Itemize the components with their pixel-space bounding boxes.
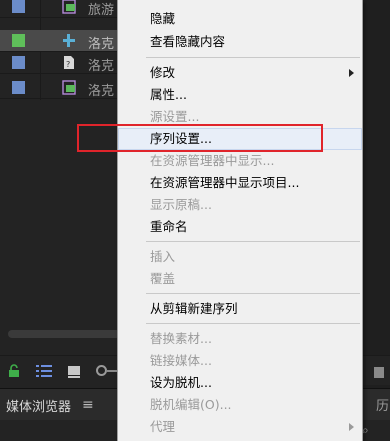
menu-item-proxy: 代理 <box>118 416 362 438</box>
menu-item-label: 代理 <box>150 419 176 434</box>
menu-item-overwrite: 覆盖 <box>118 268 362 290</box>
list-view-icon[interactable] <box>36 364 52 378</box>
panel-menu-icon[interactable]: ≡ <box>82 397 94 413</box>
menu-item-offline-edit: 脱机编辑(O)... <box>118 394 362 416</box>
menu-item-hide[interactable]: 隐藏 <box>118 8 362 30</box>
menu-item-new-sequence-from-clip[interactable]: 从剪辑新建序列 <box>118 298 362 320</box>
label-color-swatch[interactable] <box>12 81 25 94</box>
label-color-swatch[interactable] <box>12 0 25 13</box>
menu-item-show-original: 显示原稿... <box>118 194 362 216</box>
menu-item-reveal-project-in-explorer[interactable]: 在资源管理器中显示项目... <box>118 172 362 194</box>
context-menu: 隐藏 查看隐藏内容 修改 属性... 源设置... 序列设置... 在资源管理器… <box>117 0 363 441</box>
project-row[interactable]: 旅游 <box>0 0 118 18</box>
menu-item-label: 属性... <box>150 87 187 102</box>
trash-icon[interactable] <box>372 364 386 378</box>
label-color-swatch[interactable] <box>12 34 25 47</box>
menu-item-label: 从剪辑新建序列 <box>150 301 238 316</box>
sequence-icon <box>62 0 76 14</box>
menu-item-properties[interactable]: 属性... <box>118 84 362 106</box>
menu-item-label: 在资源管理器中显示... <box>150 153 275 168</box>
horizontal-scrollbar[interactable] <box>8 330 120 338</box>
file-icon: ? <box>64 56 74 69</box>
menu-separator <box>146 57 360 58</box>
menu-item-link-media: 链接媒体... <box>118 350 362 372</box>
search-icon[interactable]: ⌕ <box>362 423 369 438</box>
sequence-icon <box>62 80 76 95</box>
item-name: 洛克 <box>88 37 115 52</box>
menu-item-insert: 插入 <box>118 246 362 268</box>
menu-item-label: 显示原稿... <box>150 197 212 212</box>
menu-item-make-offline[interactable]: 设为脱机... <box>118 372 362 394</box>
menu-separator <box>146 241 360 242</box>
menu-item-label: 插入 <box>150 249 176 264</box>
menu-item-reveal-in-explorer: 在资源管理器中显示... <box>118 150 362 172</box>
multicam-icon <box>63 34 75 47</box>
menu-item-rename[interactable]: 重命名 <box>118 216 362 238</box>
submenu-arrow-icon <box>349 423 354 431</box>
svg-text:?: ? <box>66 60 70 69</box>
label-color-swatch[interactable] <box>12 56 25 69</box>
project-panel: 旅游 洛克 ? 洛克 洛克 <box>0 0 120 388</box>
right-panel-edge <box>362 0 390 388</box>
highlight-annotation-box <box>77 124 323 152</box>
item-name: 洛克 <box>88 59 115 74</box>
menu-item-label: 设为脱机... <box>150 375 212 390</box>
menu-item-label: 重命名 <box>150 219 188 234</box>
project-row[interactable]: 洛克 <box>0 77 118 99</box>
project-row[interactable]: ? 洛克 <box>0 52 118 74</box>
menu-item-label: 在资源管理器中显示项目... <box>150 175 300 190</box>
menu-item-label: 替换素材... <box>150 331 212 346</box>
item-name: 旅游 <box>88 3 115 18</box>
menu-item-label: 修改 <box>150 65 176 80</box>
media-browser-tab[interactable]: 媒体浏览器 <box>6 396 71 415</box>
menu-item-label: 覆盖 <box>150 271 176 286</box>
menu-item-label: 链接媒体... <box>150 353 212 368</box>
menu-separator <box>146 293 360 294</box>
menu-item-modify[interactable]: 修改 <box>118 62 362 84</box>
premiere-project-window: 旅游 洛克 ? 洛克 洛克 媒体浏览器 ≡ 历 ⌕ 隐藏 查看隐藏内容 修改 属… <box>0 0 390 441</box>
menu-item-label: 查看隐藏内容 <box>150 34 226 49</box>
project-row[interactable]: 洛克 <box>0 30 118 52</box>
lock-icon[interactable] <box>8 364 20 378</box>
item-name: 洛克 <box>88 84 115 99</box>
menu-item-replace-footage: 替换素材... <box>118 328 362 350</box>
menu-separator <box>146 323 360 324</box>
submenu-arrow-icon <box>349 69 354 77</box>
menu-item-label: 脱机编辑(O)... <box>150 397 232 412</box>
icon-view-icon[interactable] <box>68 364 80 378</box>
menu-item-label: 隐藏 <box>150 11 176 26</box>
menu-item-view-hidden[interactable]: 查看隐藏内容 <box>118 31 362 53</box>
menu-item-label: 源设置... <box>150 109 200 124</box>
history-tab[interactable]: 历 <box>376 395 389 414</box>
